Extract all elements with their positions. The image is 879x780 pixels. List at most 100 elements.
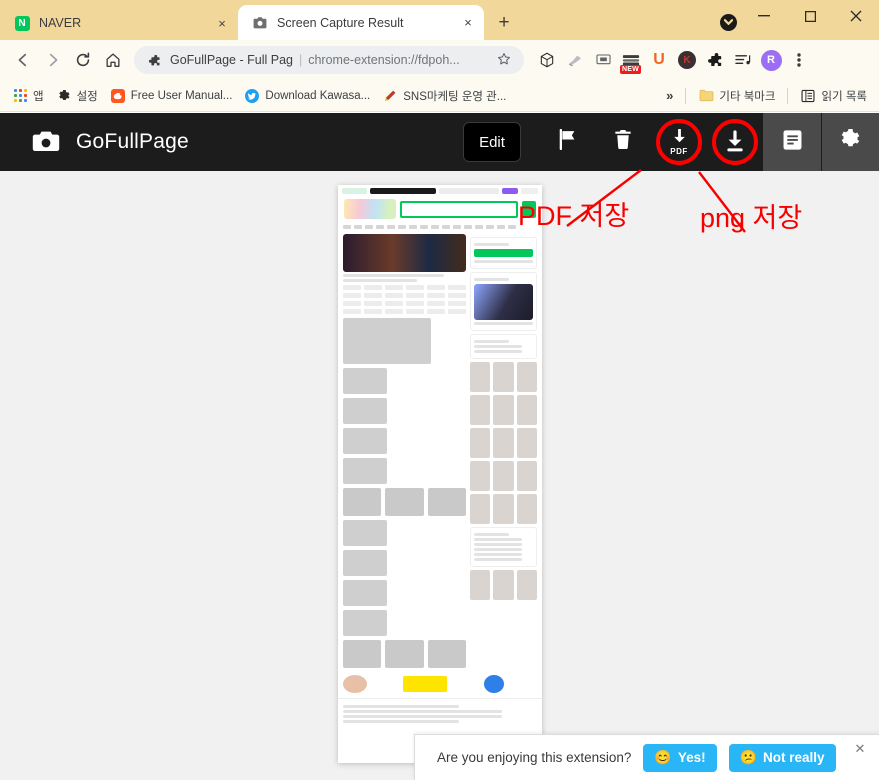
paint-icon[interactable] (562, 47, 588, 73)
tab-close-button[interactable]: × (458, 13, 478, 33)
download-pdf-icon: PDF (670, 128, 689, 156)
feedback-no-label: Not really (763, 750, 825, 765)
window-controls (741, 0, 879, 40)
maximize-button[interactable] (787, 0, 833, 32)
bookmark-label: 설정 (76, 90, 98, 103)
gofullpage-toolbar: GoFullPage Edit PDF (0, 113, 879, 171)
tab-title: NAVER (39, 16, 82, 30)
page-title: GoFullPage (76, 130, 189, 153)
k-extension-icon[interactable]: K (674, 47, 700, 73)
feedback-yes-button[interactable]: 😊 Yes! (643, 743, 717, 772)
three-dot-menu-icon[interactable] (786, 47, 812, 73)
bookmark-label: 앱 (33, 90, 44, 103)
reading-list-icon (800, 88, 816, 104)
camera-icon (32, 130, 60, 154)
address-bar-text: GoFullPage - Full Pag | chrome-extension… (170, 53, 494, 67)
screenshot-preview-area (0, 171, 879, 780)
feedback-close-button[interactable]: ✕ (851, 740, 869, 758)
gear-icon (839, 128, 862, 156)
new-tab-button[interactable]: + (490, 9, 518, 37)
np-search-row (338, 196, 542, 222)
address-bar[interactable]: GoFullPage - Full Pag | chrome-extension… (134, 46, 524, 74)
bookmarks-overflow-button[interactable]: » (660, 85, 679, 106)
naver-n-icon: N (14, 15, 30, 31)
document-icon (782, 129, 803, 156)
other-bookmarks-label: 기타 북마크 (719, 90, 776, 103)
feedback-no-button[interactable]: 😕 Not really (728, 743, 836, 772)
star-icon[interactable] (494, 52, 514, 69)
omnibox-url: chrome-extension://fdpoh... (308, 53, 460, 67)
np-body (338, 231, 542, 671)
chevron-down-icon (719, 13, 737, 31)
camera-icon (252, 15, 268, 31)
tab-title: Screen Capture Result (277, 15, 404, 30)
cube-icon[interactable] (534, 47, 560, 73)
captured-page-preview[interactable] (338, 185, 542, 763)
home-button[interactable] (98, 45, 128, 75)
tab-search-button[interactable] (715, 9, 741, 35)
reload-button[interactable] (68, 45, 98, 75)
browser-toolbar: GoFullPage - Full Pag | chrome-extension… (0, 40, 879, 80)
np-main-column (343, 234, 466, 668)
edit-button[interactable]: Edit (463, 122, 521, 162)
avatar[interactable]: R (758, 47, 784, 73)
reading-list-label: 읽기 목록 (821, 90, 867, 103)
bookmark-label: Download Kawasa... (265, 89, 371, 102)
bookmark-download-kawasaki[interactable]: Download Kawasa... (238, 85, 376, 107)
download-pdf-button[interactable]: PDF (651, 113, 707, 171)
twitter-icon (244, 88, 260, 104)
back-button[interactable] (8, 45, 38, 75)
settings-button[interactable] (821, 113, 879, 171)
other-bookmarks-button[interactable]: 기타 북마크 (692, 85, 781, 107)
bookmark-sns-marketing[interactable]: SNS마케팅 운영 관... (376, 85, 512, 107)
pencil-icon (382, 88, 398, 104)
music-list-icon[interactable] (730, 47, 756, 73)
new-badge: NEW (620, 65, 641, 74)
smiley-happy-icon: 😊 (654, 749, 672, 765)
np-footer (338, 698, 542, 729)
bookmarks-divider (685, 87, 687, 104)
screen-icon[interactable] (590, 47, 616, 73)
tab-close-button[interactable]: × (212, 13, 232, 33)
bookmark-label: SNS마케팅 운영 관... (403, 90, 507, 103)
extension-tray: NEW U K R (534, 47, 812, 74)
forward-button[interactable] (38, 45, 68, 75)
naver-page-mock (338, 185, 542, 729)
tab-screen-capture-result[interactable]: Screen Capture Result × (238, 5, 484, 40)
blogger-icon (110, 88, 126, 104)
flag-button[interactable] (539, 113, 595, 171)
reading-list-button[interactable]: 읽기 목록 (794, 85, 873, 107)
puzzle-extensions-icon[interactable] (702, 47, 728, 73)
tab-naver[interactable]: N NAVER × (0, 6, 238, 40)
np-ad-strip (338, 675, 542, 693)
feedback-question: Are you enjoying this extension? (437, 750, 632, 765)
bookmarks-bar: 앱 설정 Free User Manual... Download Kawasa… (0, 80, 879, 112)
downloads-icon[interactable]: NEW (618, 47, 644, 74)
bookmark-apps[interactable]: 앱 (6, 85, 50, 107)
feedback-yes-label: Yes! (677, 750, 706, 765)
close-window-button[interactable] (833, 0, 879, 32)
bookmarks-divider-2 (787, 87, 789, 104)
u-extension-icon[interactable]: U (646, 47, 672, 73)
bookmark-settings[interactable]: 설정 (50, 85, 104, 107)
minimize-button[interactable] (741, 0, 787, 32)
trash-icon (614, 129, 632, 155)
np-side-column (470, 234, 537, 668)
profile-initial: R (760, 49, 782, 71)
smiley-sad-icon: 😕 (739, 749, 758, 765)
tab-strip: N NAVER × Screen Capture Result × + (0, 0, 879, 40)
feedback-bar: Are you enjoying this extension? 😊 Yes! … (414, 734, 879, 780)
omnibox-page-title: GoFullPage - Full Pag (170, 53, 293, 67)
notes-button[interactable] (763, 113, 821, 171)
download-png-button[interactable] (707, 113, 763, 171)
gear-icon (56, 88, 72, 104)
bookmark-free-user-manual[interactable]: Free User Manual... (104, 85, 239, 107)
delete-button[interactable] (595, 113, 651, 171)
bookmarks-overflow-label: » (666, 88, 674, 103)
np-nav-row (338, 222, 542, 231)
puzzle-icon (146, 54, 162, 67)
pdf-label: PDF (670, 146, 688, 156)
download-png-icon (724, 130, 746, 154)
gofullpage-brand: GoFullPage (0, 130, 189, 154)
flag-icon (558, 128, 577, 155)
